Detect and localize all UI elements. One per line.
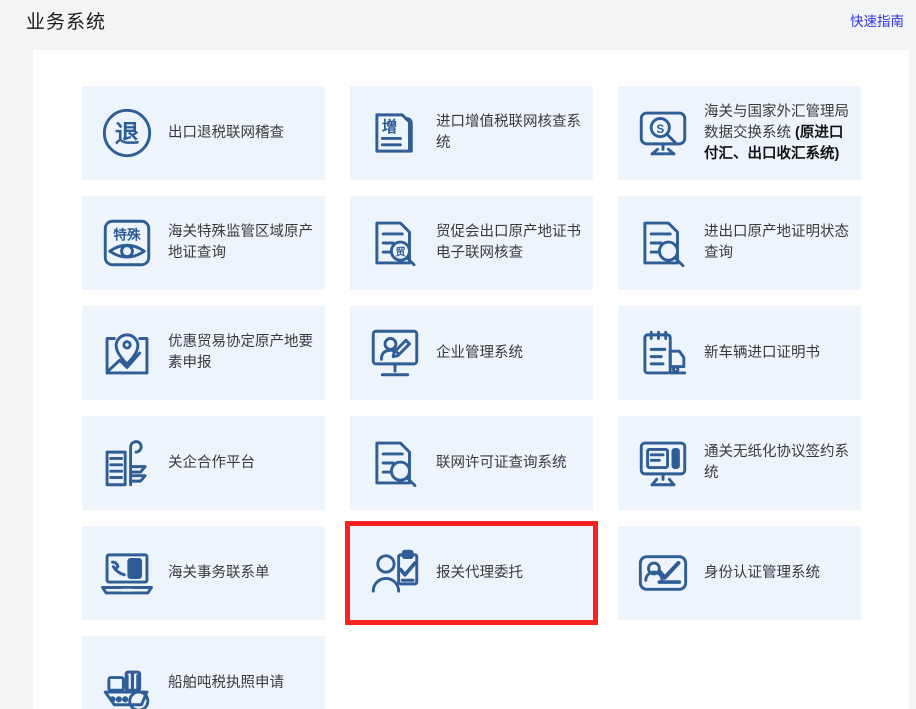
document-magnifier-icon — [632, 212, 694, 274]
building-flag-icon — [96, 432, 158, 494]
system-card-label: 海关与国家外汇管理局数据交换系统 (原进口付汇、出口收汇系统) — [704, 102, 854, 165]
ship-icon — [96, 652, 158, 709]
system-card-license-query-system[interactable]: 联网许可证查询系统 — [350, 416, 593, 510]
clipboard-truck-icon — [632, 322, 694, 384]
system-card-special-zone-origin[interactable]: 特殊 海关特殊监管区域原产地证查询 — [82, 196, 325, 290]
document-magnifier-mao-icon: 贸 — [364, 212, 426, 274]
system-card-label: 船舶吨税执照申请 — [168, 673, 284, 694]
system-card-label: 关企合作平台 — [168, 453, 255, 474]
system-card-label: 通关无纸化协议签约系统 — [704, 442, 854, 484]
map-pin-icon — [96, 322, 158, 384]
document-magnifier-icon — [364, 432, 426, 494]
system-card-label: 进口增值税联网核查系统 — [436, 112, 586, 154]
monitor-key-icon — [632, 432, 694, 494]
system-card-origin-cert-status[interactable]: 进出口原产地证明状态查询 — [618, 196, 861, 290]
system-card-new-vehicle-import-cert[interactable]: 新车辆进口证明书 — [618, 306, 861, 400]
system-card-identity-auth-system[interactable]: 身份认证管理系统 — [618, 526, 861, 620]
svg-text:退: 退 — [115, 119, 140, 148]
content-panel: 退 出口退税联网稽查 增 进口增值税联网核查系统 S 海关与国家外汇管理局数据交换系统 (… — [33, 50, 909, 709]
system-card-paperless-agreement[interactable]: 通关无纸化协议签约系统 — [618, 416, 861, 510]
circle-tui-icon: 退 — [96, 102, 158, 164]
system-card-customs-forex-exchange[interactable]: S 海关与国家外汇管理局数据交换系统 (原进口付汇、出口收汇系统) — [618, 86, 861, 180]
system-card-label: 身份认证管理系统 — [704, 563, 820, 584]
system-card-customs-enterprise-platform[interactable]: 关企合作平台 — [82, 416, 325, 510]
system-card-label: 优惠贸易协定原产地要素申报 — [168, 332, 318, 374]
person-clipboard-check-icon — [364, 542, 426, 604]
system-card-label: 新车辆进口证明书 — [704, 343, 820, 364]
system-card-grid: 退 出口退税联网稽查 增 进口增值税联网核查系统 S 海关与国家外汇管理局数据交换系统 (… — [82, 86, 862, 709]
quick-guide-link[interactable]: 快速指南 — [850, 10, 904, 30]
system-card-label: 报关代理委托 — [436, 563, 523, 584]
idcard-check-icon — [632, 542, 694, 604]
system-card-preferential-trade-origin[interactable]: 优惠贸易协定原产地要素申报 — [82, 306, 325, 400]
monitor-person-pen-icon — [364, 322, 426, 384]
page-header: 业务系统 快速指南 — [0, 0, 916, 50]
system-card-enterprise-management[interactable]: 企业管理系统 — [350, 306, 593, 400]
system-card-label: 企业管理系统 — [436, 343, 523, 364]
system-card-ccpit-origin-cert[interactable]: 贸 贸促会出口原产地证书电子联网核查 — [350, 196, 593, 290]
svg-text:特殊: 特殊 — [113, 226, 141, 243]
system-card-label: 贸促会出口原产地证书电子联网核查 — [436, 222, 586, 264]
system-card-label: 海关事务联系单 — [168, 563, 270, 584]
page-title: 业务系统 — [26, 7, 106, 34]
svg-text:增: 增 — [382, 117, 397, 136]
system-card-ship-tonnage-tax[interactable]: 船舶吨税执照申请 — [82, 636, 325, 709]
special-eye-icon: 特殊 — [96, 212, 158, 274]
system-card-customs-affairs-form[interactable]: 海关事务联系单 — [82, 526, 325, 620]
system-card-export-tax-refund[interactable]: 退 出口退税联网稽查 — [82, 86, 325, 180]
system-card-label: 出口退税联网稽查 — [168, 123, 284, 144]
page-root: 业务系统 快速指南 退 出口退税联网稽查 增 进口增值税联网核查系统 S 海关与国家外汇管… — [0, 0, 916, 709]
system-card-import-vat-check[interactable]: 增 进口增值税联网核查系统 — [350, 86, 593, 180]
monitor-search-icon: S — [632, 102, 694, 164]
system-card-label: 联网许可证查询系统 — [436, 453, 567, 474]
system-card-label-emphasis: (原进口付汇、出口收汇系统) — [704, 125, 843, 162]
system-card-label: 海关特殊监管区域原产地证查询 — [168, 222, 318, 264]
document-zeng-icon: 增 — [364, 102, 426, 164]
svg-text:S: S — [656, 123, 664, 136]
svg-text:贸: 贸 — [395, 246, 405, 259]
system-card-declaration-agency[interactable]: 报关代理委托 — [350, 526, 593, 620]
system-card-label: 进出口原产地证明状态查询 — [704, 222, 854, 264]
laptop-contact-icon — [96, 542, 158, 604]
